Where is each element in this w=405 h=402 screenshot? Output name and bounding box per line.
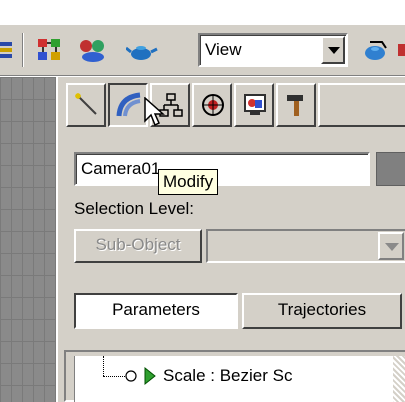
chevron-down-icon[interactable] — [378, 232, 404, 260]
object-name-value: Camera01 — [81, 159, 161, 178]
modify-bend-icon — [116, 92, 141, 117]
track-view-panel: Scale : Bezier Sc — [64, 350, 405, 402]
motion-icon — [202, 94, 224, 116]
material-editor-icon[interactable] — [78, 36, 106, 64]
command-panel: Camera01 Modify Selection Level: Sub-Obj… — [56, 77, 405, 402]
sub-object-combo[interactable] — [206, 229, 405, 263]
trajectories-button[interactable]: Trajectories — [242, 293, 402, 329]
selection-level-label: Selection Level: — [74, 199, 195, 218]
hammer-icon — [287, 95, 303, 116]
reference-coordinate-combo[interactable]: View — [198, 33, 348, 67]
controller-arrow-icon — [144, 366, 156, 386]
main-toolbar: View — [0, 24, 405, 76]
toolbar-left-icon[interactable] — [0, 36, 14, 64]
display-icon — [244, 94, 266, 115]
sub-object-button[interactable]: Sub-Object — [74, 229, 202, 263]
utilities-tab[interactable] — [276, 83, 316, 127]
mouse-cursor-icon — [144, 97, 165, 127]
render-teapot-icon[interactable] — [125, 36, 158, 64]
tree-connector-horizontal — [103, 376, 125, 377]
schematic-icon[interactable] — [36, 36, 64, 64]
toolbar-separator — [22, 33, 24, 67]
panel-tab-strip-fill — [318, 83, 405, 127]
window-top-strip — [0, 0, 405, 24]
view-combo-value: View — [205, 40, 242, 59]
chevron-down-icon[interactable] — [321, 36, 345, 64]
modify-tab[interactable] — [108, 83, 148, 127]
quick-render-icon[interactable] — [362, 36, 390, 64]
viewport-edge — [0, 77, 56, 402]
parameters-button[interactable]: Parameters — [74, 293, 238, 329]
track-row-label[interactable]: Scale : Bezier Sc — [163, 366, 292, 386]
object-name-field[interactable]: Camera01 — [74, 152, 370, 186]
tree-node-icon[interactable] — [125, 369, 137, 383]
modify-tooltip: Modify — [158, 169, 219, 195]
track-scrollbar[interactable] — [393, 356, 405, 402]
toolbar-overflow-icon[interactable] — [396, 36, 405, 64]
motion-tab[interactable] — [192, 83, 232, 127]
command-panel-tabs — [60, 83, 405, 127]
create-wand-icon — [75, 93, 97, 115]
create-tab[interactable] — [66, 83, 106, 127]
display-tab[interactable] — [234, 83, 274, 127]
object-color-swatch[interactable] — [376, 152, 405, 186]
tree-connector — [103, 356, 104, 376]
track-list: Scale : Bezier Sc — [74, 356, 394, 402]
